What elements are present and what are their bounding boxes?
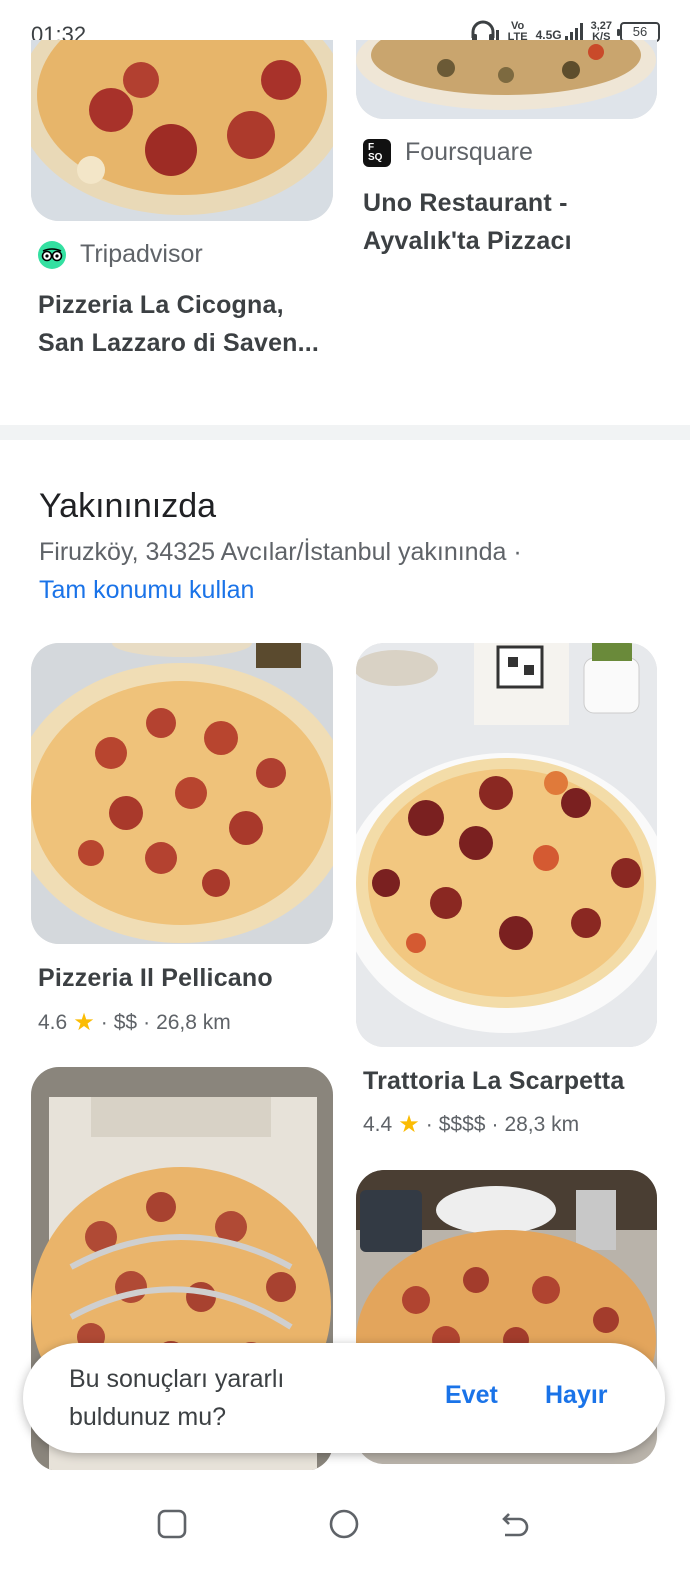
separator: · [100,1010,108,1034]
pizza-photo [31,40,333,221]
distance: 28,3 km [504,1112,580,1136]
network-indicator: 4.5G [536,23,583,41]
price-level: $$ [113,1010,138,1034]
use-precise-location-link[interactable]: Tam konumu kullan [39,576,254,605]
place-image-trattoria-la-scarpetta[interactable] [356,643,657,1047]
source-name: Foursquare [405,138,533,166]
place-meta-pizzeria-il-pellicano: 4.6 ★ · $$ · 26,8 km [38,1008,231,1037]
place-image-pizzeria-la-cicogna[interactable] [31,40,333,221]
title-line-1: Pizzeria La Cicogna, [38,291,284,319]
section-title: Yakınınızda [39,487,217,525]
title-line-2: Ayvalık'ta Pizzacı [363,227,572,255]
separator: · [143,1010,151,1034]
star-icon: ★ [398,1111,420,1138]
pizza-photo [356,40,657,119]
feedback-question: Bu sonuçları yararlı buldunuz mu? [69,1365,285,1431]
signal-icon [564,23,583,41]
rating-value: 4.4 [363,1112,393,1136]
navigation-bar [0,1470,690,1572]
rating-value: 4.6 [38,1010,68,1034]
foursquare-icon-text: F SQ [368,141,383,163]
place-title-uno-restaurant[interactable]: Uno Restaurant - Ayvalık'ta Pizzacı [363,184,663,260]
price-level: $$$$ [438,1112,486,1136]
feedback-yes-button[interactable]: Evet [445,1381,498,1410]
source-foursquare: F SQ Foursquare [363,138,533,167]
distance: 26,8 km [156,1010,231,1034]
foursquare-icon: F SQ [363,138,391,167]
recent-apps-icon[interactable] [156,1508,188,1540]
source-name: Tripadvisor [80,240,203,268]
place-image-pizzeria-il-pellicano[interactable] [31,643,333,944]
pizza-photo [356,643,657,1047]
place-image-uno-restaurant[interactable] [356,40,657,119]
place-meta-trattoria-la-scarpetta: 4.4 ★ · $$$$ · 28,3 km [363,1110,579,1139]
place-title-trattoria-la-scarpetta[interactable]: Trattoria La Scarpetta [363,1062,624,1100]
location-text: Firuzköy, 34325 Avcılar/İstanbul yakının… [39,538,522,566]
separator: · [425,1112,433,1136]
title-line-2: San Lazzaro di Saven... [38,329,320,357]
section-divider [0,425,690,440]
pizza-photo [31,643,333,944]
feedback-no-button[interactable]: Hayır [545,1381,608,1410]
feedback-popup: Bu sonuçları yararlı buldunuz mu? Evet H… [23,1343,665,1453]
separator: · [491,1112,499,1136]
home-icon[interactable] [328,1508,360,1540]
battery-icon: 56 [617,22,660,42]
source-tripadvisor: Tripadvisor [38,240,203,269]
tripadvisor-icon [38,240,66,269]
place-title-pizzeria-la-cicogna[interactable]: Pizzeria La Cicogna, San Lazzaro di Save… [38,286,338,362]
battery-level: 56 [632,24,648,39]
back-icon[interactable] [499,1508,531,1540]
star-icon: ★ [73,1009,95,1036]
title-line-1: Uno Restaurant - [363,189,568,217]
place-title-pizzeria-il-pellicano[interactable]: Pizzeria Il Pellicano [38,959,273,997]
